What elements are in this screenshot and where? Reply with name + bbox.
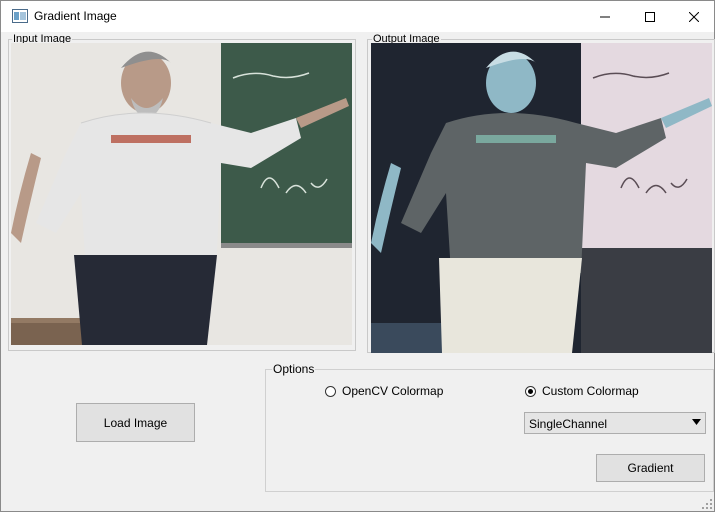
custom-colormap-radio[interactable]: Custom Colormap [525,384,639,398]
opencv-colormap-radio[interactable]: OpenCV Colormap [325,384,443,398]
resize-grip-icon[interactable] [702,499,712,509]
close-button[interactable] [671,1,715,32]
gradient-button[interactable]: Gradient [596,454,705,482]
colormap-select-value: SingleChannel [529,417,608,431]
custom-colormap-label: Custom Colormap [542,384,639,398]
load-image-button[interactable]: Load Image [76,403,195,442]
colormap-select[interactable]: SingleChannel [524,412,706,434]
main-window: Gradient Image Input Image Output Image … [0,0,715,512]
maximize-icon [645,11,655,22]
close-icon [689,11,699,22]
options-label: Options [272,362,316,376]
radio-unchecked-icon [325,385,336,397]
window-title: Gradient Image [34,9,117,23]
opencv-colormap-label: OpenCV Colormap [342,384,444,398]
chevron-down-icon [692,419,701,425]
radio-checked-icon [525,385,536,397]
title-bar[interactable]: Gradient Image [1,1,714,32]
output-image [371,43,712,353]
maximize-button[interactable] [627,1,673,32]
minimize-icon [600,16,610,17]
minimize-button[interactable] [582,1,628,32]
input-image [11,43,352,345]
image-window-icon [12,9,28,23]
